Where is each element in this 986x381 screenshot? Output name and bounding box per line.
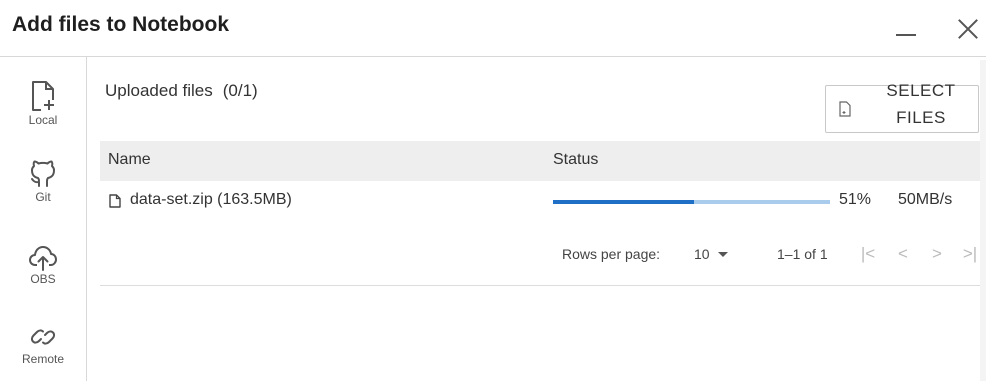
rows-per-page-label: Rows per page: <box>562 246 661 262</box>
sidebar-item-git[interactable]: Git <box>0 159 86 204</box>
sidebar-item-local[interactable]: Local <box>0 80 86 127</box>
file-name: data-set.zip (163.5MB) <box>130 191 292 208</box>
file-icon <box>839 101 851 117</box>
file-icon <box>109 194 121 208</box>
cloud-upload-icon <box>29 246 57 271</box>
sidebar-item-remote[interactable]: Remote <box>0 323 86 366</box>
upload-percent: 51% <box>839 191 872 208</box>
chevron-down-icon <box>717 252 728 257</box>
chevron-left-icon[interactable]: < <box>893 243 913 265</box>
column-header-status[interactable]: Status <box>553 151 598 169</box>
sidebar-item-label: OBS <box>30 272 56 286</box>
link-icon <box>30 329 56 345</box>
minimize-icon[interactable] <box>893 14 917 38</box>
last-page-icon[interactable]: >| <box>960 243 980 265</box>
uploaded-files-count: (0/1) <box>222 81 258 100</box>
pagination: Rows per page: 10 1–1 of 1 |< < > >| <box>100 239 980 269</box>
upload-progress-bar <box>553 200 830 204</box>
sidebar-item-label: Remote <box>21 352 65 366</box>
uploaded-files-heading: Uploaded files (0/1) <box>105 81 258 101</box>
column-header-name[interactable]: Name <box>108 151 151 169</box>
dialog-title: Add files to Notebook <box>12 13 229 36</box>
table-row: data-set.zip (163.5MB) 51% 50MB/s <box>100 181 980 221</box>
first-page-icon[interactable]: |< <box>858 243 878 265</box>
source-sidebar: Local Git OBS Remote <box>0 57 87 381</box>
divider <box>100 285 980 286</box>
sidebar-item-label: Git <box>35 190 51 204</box>
upload-progress-fill <box>553 200 695 204</box>
select-files-label-line2: FILES <box>896 108 946 127</box>
file-add-icon <box>32 81 57 112</box>
select-files-label-line1: SELECT <box>886 81 956 100</box>
rows-per-page-value: 10 <box>694 246 710 262</box>
upload-panel: Uploaded files (0/1) SELECT FILES Name St… <box>87 57 986 381</box>
sidebar-item-obs[interactable]: OBS <box>0 243 86 286</box>
uploaded-files-label: Uploaded files <box>105 81 213 100</box>
select-files-button[interactable]: SELECT FILES <box>825 81 979 133</box>
pagination-range: 1–1 of 1 <box>777 246 828 262</box>
chevron-right-icon[interactable]: > <box>927 243 947 265</box>
close-icon[interactable] <box>957 18 979 40</box>
github-icon <box>31 160 55 187</box>
table-header: Name Status <box>100 141 980 181</box>
select-files-label: SELECT FILES <box>876 77 966 131</box>
sidebar-item-label: Local <box>28 113 58 127</box>
upload-speed: 50MB/s <box>898 191 953 208</box>
dialog-title-bar: Add files to Notebook <box>0 0 986 57</box>
scrollbar[interactable] <box>980 60 986 381</box>
rows-per-page-select[interactable]: 10 <box>694 246 728 262</box>
